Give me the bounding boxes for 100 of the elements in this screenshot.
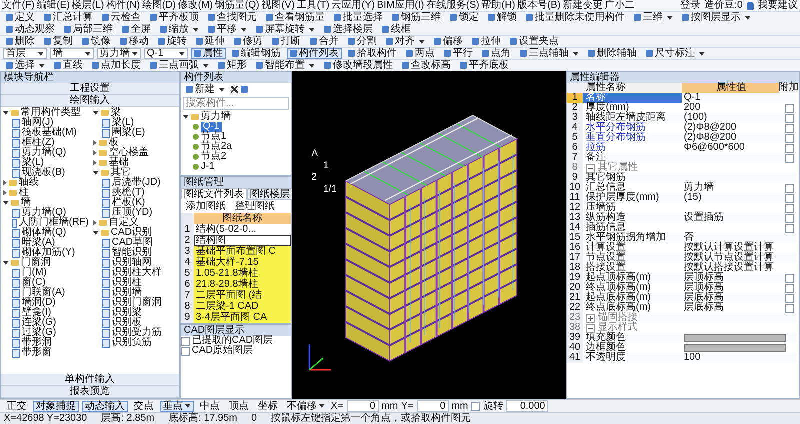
toolbar-button[interactable]: 直线 [51, 60, 86, 71]
checkbox[interactable] [784, 154, 794, 162]
property-value[interactable]: Φ6@600*600 [684, 143, 745, 153]
tree-item[interactable]: 节点2a [201, 142, 232, 152]
tree-item[interactable]: 识别负筋 [112, 338, 152, 348]
toolbar-button[interactable]: 点角 [479, 48, 514, 59]
dropdown-select[interactable]: 剪力墙 [97, 48, 141, 59]
checkbox[interactable] [471, 402, 480, 410]
menu-item[interactable]: 楼层(L) [72, 0, 104, 11]
toolbar-button[interactable]: 镜像 [79, 36, 114, 47]
table-row[interactable]: 7 二层平面图 (结 [181, 290, 291, 301]
toolbar-button[interactable]: 云检查 [99, 12, 144, 23]
property-value[interactable]: 按默认计算设置计算 [684, 243, 774, 253]
property-value[interactable]: 层顶标高 [684, 273, 724, 283]
toolbar-button[interactable]: 钢筋三维 [389, 12, 444, 23]
tree-item[interactable]: 识别梁 [112, 308, 142, 318]
tree-item[interactable]: 识别柱大样 [112, 268, 162, 278]
tree-item[interactable]: 挑檐(T) [112, 188, 145, 198]
toolbar-button[interactable]: 选择楼层 [321, 24, 376, 35]
toolbar-button[interactable]: 删除 [3, 36, 38, 47]
toolbar-button[interactable]: 拉伸 [469, 36, 504, 47]
tree-item[interactable]: 梁 [111, 108, 121, 118]
property-value[interactable]: 按默认节点设置计算 [684, 253, 774, 263]
tree-item[interactable]: 剪力墙(Q) [22, 208, 66, 218]
menu-item[interactable]: 版本号(B) [518, 0, 561, 11]
toolbar-button[interactable]: 移动 [117, 36, 152, 47]
menu-item[interactable]: 绘图(D) [142, 0, 176, 11]
checkbox[interactable] [784, 204, 794, 212]
tree-item[interactable]: 砌体加筋(Y) [22, 248, 76, 258]
tree-item[interactable]: 节点1 [201, 132, 227, 142]
toolbar-button[interactable]: 修改墙段属性 [321, 60, 396, 71]
property-value[interactable]: Q-1 [684, 93, 701, 103]
snap-toggle[interactable]: 顶点 [226, 400, 252, 412]
toolbar-button[interactable]: 查改标高 [399, 60, 454, 71]
tree-item[interactable]: 识别板 [112, 318, 142, 328]
tab[interactable]: 图纸楼层 [247, 188, 293, 200]
module-button[interactable]: 单构件输入 [1, 374, 179, 386]
dropdown-select[interactable]: 首层 [3, 48, 47, 59]
toolbar-button[interactable]: 整理图纸 [232, 201, 278, 212]
tree-item[interactable]: 识别门窗洞 [112, 298, 162, 308]
3d-viewport[interactable]: A 1 2 1/1 [292, 71, 566, 399]
tree-item[interactable]: 门窗洞 [21, 258, 51, 268]
tree-item[interactable]: 门联窗(A) [22, 288, 66, 298]
module-button[interactable]: 绘图输入 [1, 95, 179, 107]
property-value[interactable]: 层底标高 [684, 303, 724, 313]
toolbar-button[interactable]: 局部三维 [61, 24, 116, 35]
tree-item[interactable]: 人防门框墙(RF) [19, 218, 89, 228]
toolbar-button[interactable]: 删除辅轴 [585, 48, 640, 59]
tree-item[interactable]: 墙洞(D) [22, 298, 56, 308]
offset-dropdown[interactable]: 不偏移 [284, 400, 328, 412]
toolbar-button[interactable]: 三维 [631, 12, 676, 23]
toolbar-button[interactable]: 批量选择 [331, 12, 386, 23]
property-value[interactable]: 200 [684, 103, 701, 113]
table-row[interactable]: 4 基础大样-7.15 [181, 257, 291, 268]
tree-item[interactable]: 过梁(G) [22, 328, 56, 338]
tree-item[interactable]: 现浇板(B) [22, 168, 66, 178]
color-swatch[interactable] [684, 334, 786, 342]
tree-item[interactable]: J-1 [201, 162, 215, 172]
toolbar-button[interactable]: 构件列表 [287, 48, 342, 59]
snap-toggle[interactable]: 动态输入 [82, 400, 128, 412]
tree-item[interactable]: Q-1 [201, 122, 222, 132]
new-button[interactable]: 新建 [183, 84, 228, 95]
module-button[interactable]: 工程设置 [1, 83, 179, 95]
tree-item[interactable]: 智能识别 [112, 248, 152, 258]
toolbar-button[interactable]: 复制 [41, 36, 76, 47]
tree-item[interactable]: 轴线 [19, 178, 39, 188]
tree-item[interactable]: 梁(L) [112, 118, 134, 128]
tree-item[interactable]: 框柱(Z) [22, 138, 55, 148]
checkbox[interactable] [784, 224, 794, 232]
toolbar-button[interactable]: 拾取构件 [345, 48, 400, 59]
y-input[interactable]: 0 [416, 400, 449, 412]
toolbar-button[interactable]: 合并 [307, 36, 342, 47]
checkbox[interactable] [784, 104, 794, 112]
property-value[interactable]: 按默认搭接设置计算 [684, 263, 774, 273]
tree-item[interactable]: 窗(C) [22, 278, 46, 288]
toolbar-button[interactable]: 旋转 [155, 36, 190, 47]
table-row[interactable]: 5 1.05-21.8墙柱 [181, 268, 291, 279]
property-value[interactable]: 100 [684, 353, 701, 363]
toolbar-button[interactable]: 打断 [269, 36, 304, 47]
property-value[interactable]: (2)Φ8@200 [684, 133, 737, 143]
notification-icon[interactable] [747, 2, 754, 10]
tree-item[interactable]: 压顶(YD) [112, 208, 153, 218]
property-value[interactable]: (2)Φ8@200 [684, 123, 737, 133]
tree-item[interactable]: 节点2 [201, 152, 227, 162]
search-field[interactable]: 搜索构件... [183, 97, 289, 110]
tree-item[interactable]: 圈梁(E) [112, 128, 146, 138]
dropdown-select[interactable]: 墙 [50, 48, 94, 59]
tree-item[interactable]: 基础 [109, 158, 129, 168]
snap-toggle[interactable]: 对象捕捉 [33, 400, 79, 412]
toolbar-button[interactable]: 线框 [379, 24, 414, 35]
tree-item[interactable]: 砌体墙(Q) [22, 228, 66, 238]
module-button[interactable]: 报表预览 [1, 386, 179, 398]
tree-item[interactable]: 轴网(J) [22, 118, 54, 128]
tree-item[interactable]: CAD识别 [111, 228, 152, 238]
tree-item[interactable]: 识别轴网 [112, 258, 152, 268]
tree-item[interactable]: 带形洞 [22, 338, 52, 348]
table-row[interactable]: 6 21.8-29.8墙柱 [181, 279, 291, 290]
menu-item[interactable]: 工具(T) [296, 0, 330, 11]
checkbox[interactable] [784, 114, 794, 122]
menu-item[interactable]: 修改(M) [178, 0, 214, 11]
